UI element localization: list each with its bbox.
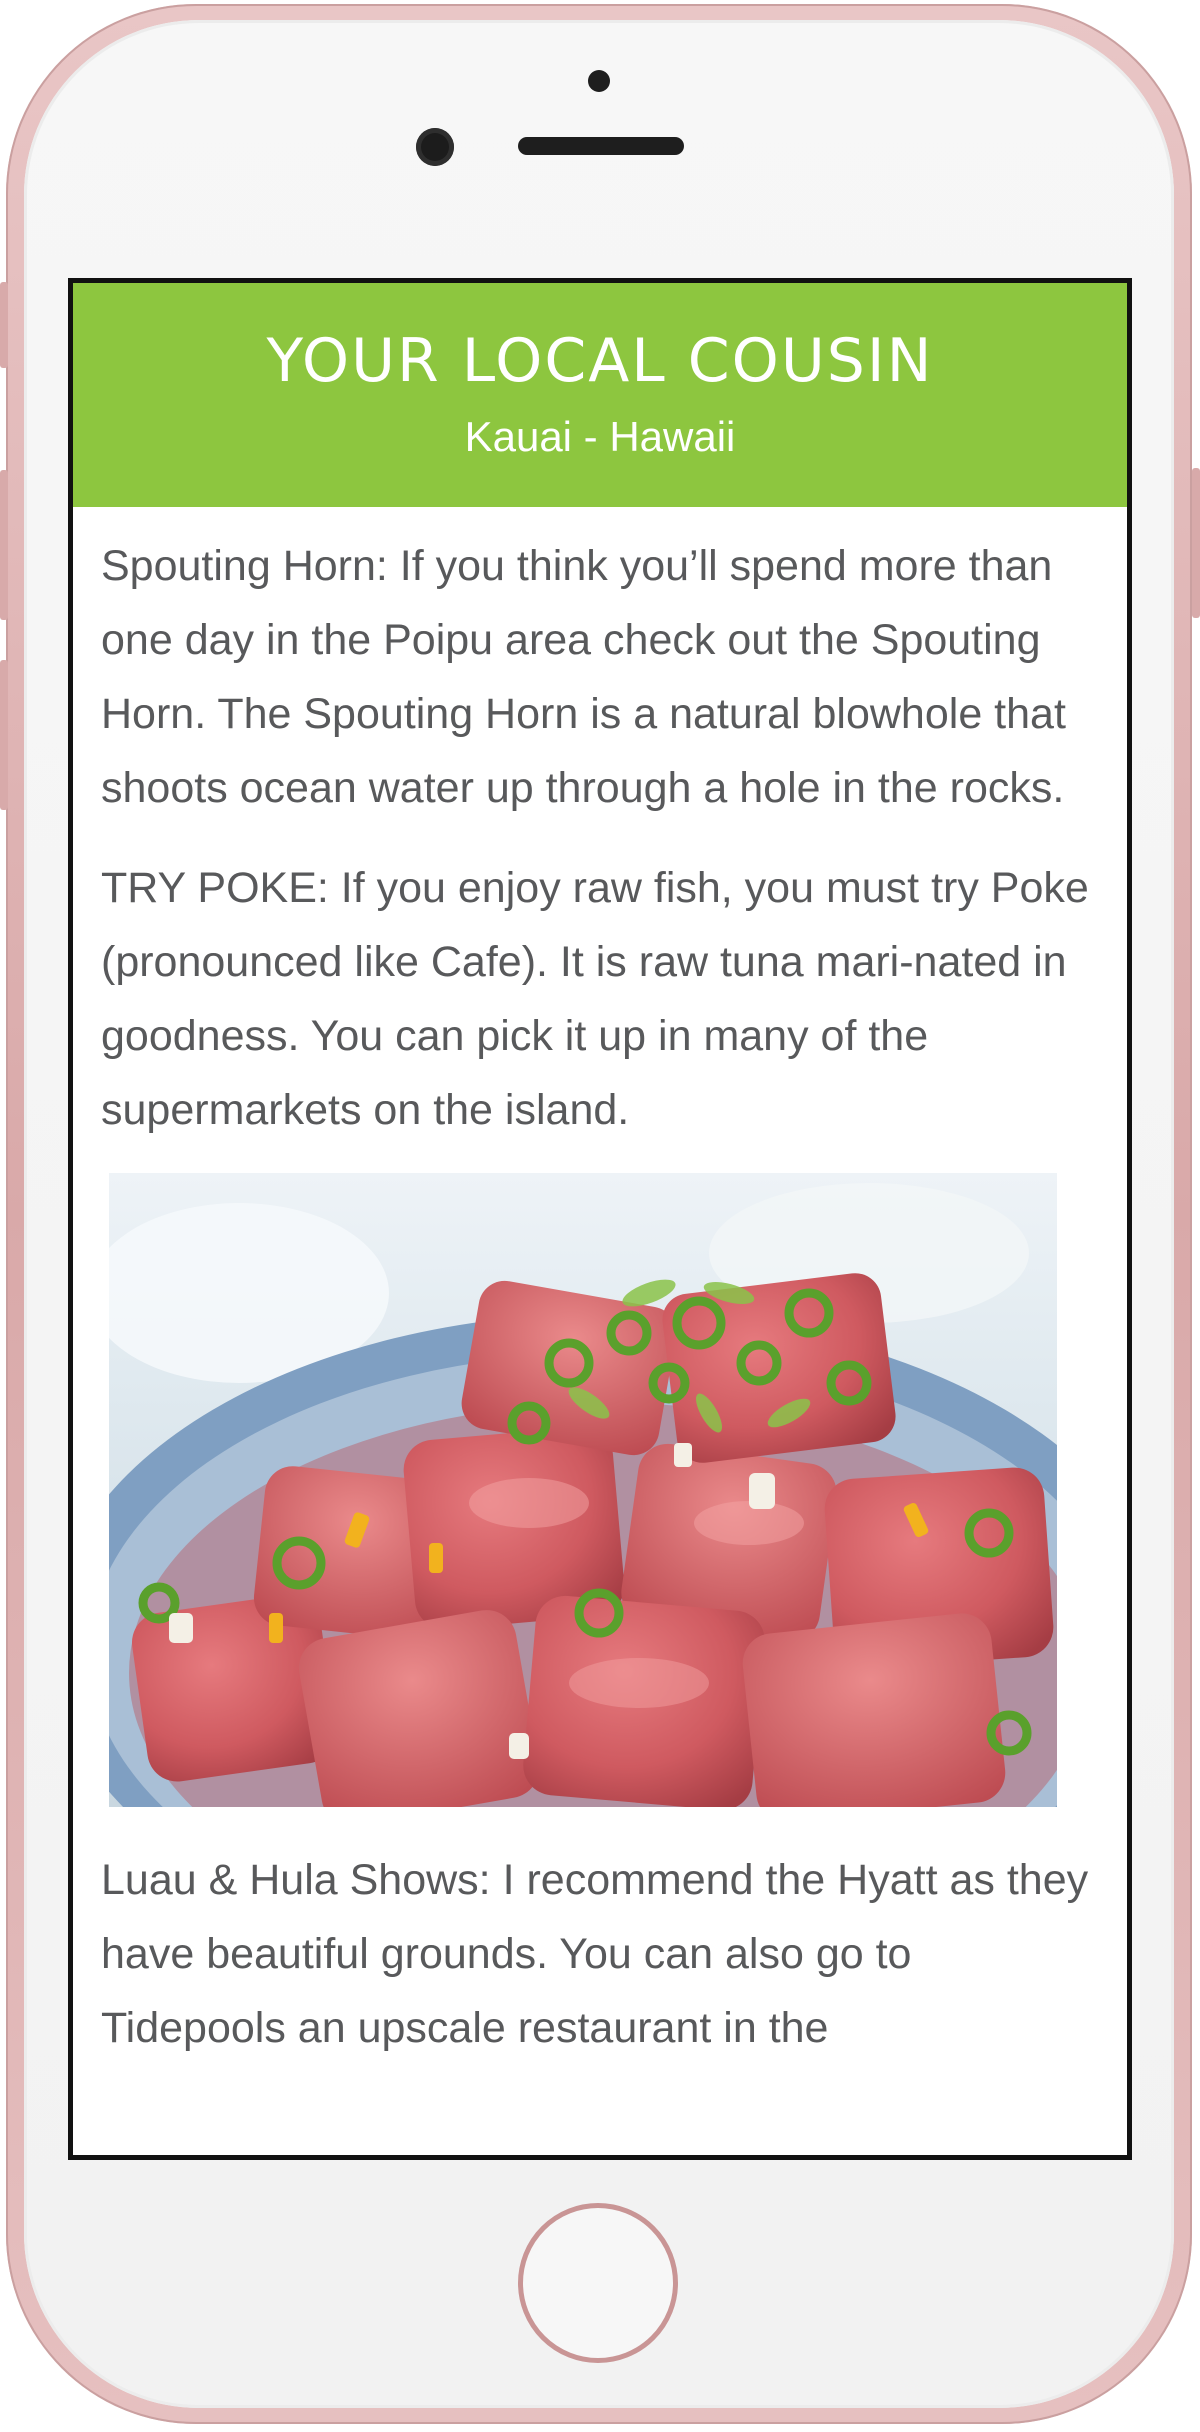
app-subtitle: Kauai - Hawaii (464, 413, 736, 460)
proximity-sensor (588, 70, 610, 92)
paragraph-spouting-horn: Spouting Horn: If you think you’ll spend… (101, 542, 1066, 812)
paragraph-luau-hula: Luau & Hula Shows: I recommend the Hyatt… (101, 1856, 1089, 2052)
paragraph-try-poke: TRY POKE: If you enjoy raw fish, you mus… (101, 864, 1089, 1134)
device-frame: YOUR LOCAL COUSIN Kauai - Hawaii Spoutin… (0, 0, 1200, 2432)
volume-up-button (0, 470, 8, 620)
mute-switch (0, 282, 8, 368)
app-screen[interactable]: YOUR LOCAL COUSIN Kauai - Hawaii Spoutin… (68, 278, 1132, 2160)
article-content[interactable]: Spouting Horn: If you think you’ll spend… (73, 507, 1127, 2065)
earpiece-speaker (518, 137, 684, 155)
volume-down-button (0, 660, 8, 810)
app-title: YOUR LOCAL COUSIN (266, 326, 934, 396)
home-button[interactable] (518, 2203, 678, 2363)
app-header: YOUR LOCAL COUSIN Kauai - Hawaii (73, 283, 1127, 507)
power-button (1192, 468, 1200, 618)
poke-bowl-image (109, 1173, 1057, 1807)
front-camera-icon (416, 128, 454, 166)
